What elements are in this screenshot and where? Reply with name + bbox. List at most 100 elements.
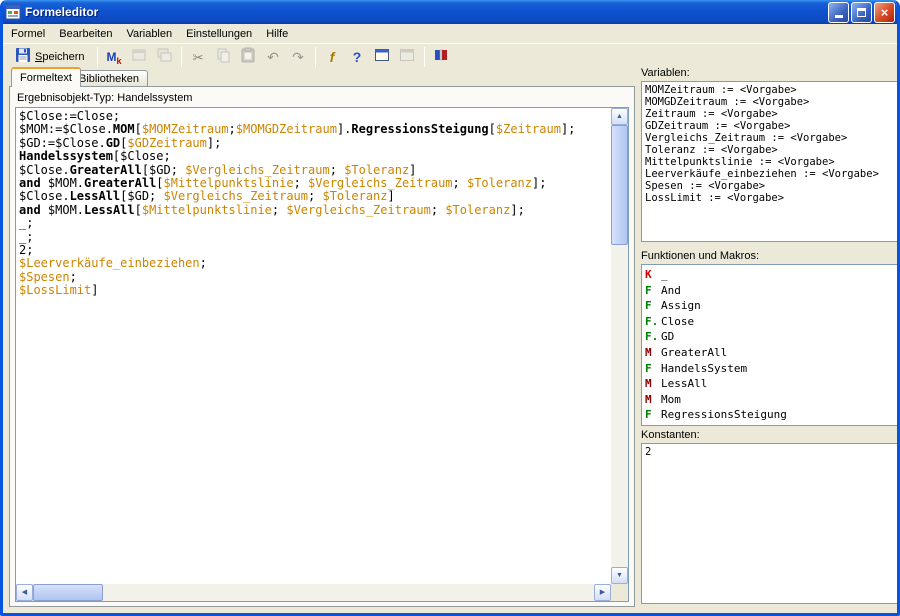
function-type-icon: F. (645, 329, 661, 345)
function-type-icon: K (645, 267, 661, 283)
scroll-left-icon: ◀ (22, 589, 27, 596)
menu-item-formel[interactable]: Formel (4, 26, 52, 42)
vertical-scrollbar[interactable]: ▲ ▼ (611, 108, 628, 584)
formula-editor[interactable]: $Close:=Close;$MOM:=$Close.MOM[$MOMZeitr… (15, 107, 629, 602)
function-item[interactable]: F.GD (645, 329, 895, 345)
code-line: $Spesen; (19, 271, 608, 284)
books-icon (433, 47, 449, 68)
function-item[interactable]: FAnd (645, 283, 895, 299)
menu-item-bearbeiten[interactable]: Bearbeiten (52, 26, 119, 42)
code-line: 2; (19, 244, 608, 257)
menu-item-einstellungen[interactable]: Einstellungen (179, 26, 259, 42)
tab-bibliotheken[interactable]: Bibliotheken (70, 70, 148, 87)
cut-button[interactable]: ✂ (187, 46, 210, 69)
code-line: _; (19, 217, 608, 230)
variable-item[interactable]: Vergleichs_Zeitraum := <Vorgabe> (645, 132, 895, 144)
redo-button[interactable]: ↷ (287, 46, 310, 69)
makro-button[interactable]: Mk (103, 46, 126, 69)
constants-list[interactable]: 2 (641, 443, 899, 604)
doc-new-icon (131, 47, 147, 68)
variable-item[interactable]: Mittelpunktslinie := <Vorgabe> (645, 156, 895, 168)
tab-formeltext[interactable]: Formeltext (11, 67, 81, 87)
undo-button[interactable]: ↶ (262, 46, 285, 69)
horizontal-scrollbar[interactable]: ◀ ▶ (16, 584, 611, 601)
function-type-icon: F (645, 407, 661, 423)
save-button-label: Speichern (35, 51, 85, 63)
functions-list[interactable]: K_FAndFAssignF.CloseF.GDMGreaterAllFHand… (641, 264, 899, 426)
help-button[interactable]: ? (346, 46, 369, 69)
form-window-button[interactable] (371, 46, 394, 69)
library-button[interactable] (430, 46, 453, 69)
function-type-icon: F (645, 298, 661, 314)
doc-stack-button[interactable] (153, 46, 176, 69)
functions-label: Funktionen und Makros: (641, 250, 759, 262)
function-item[interactable]: FRegressionsSteigung (645, 407, 895, 423)
close-button[interactable]: × (874, 2, 895, 23)
variable-item[interactable]: Zeitraum := <Vorgabe> (645, 108, 895, 120)
function-type-icon: F. (645, 314, 661, 330)
function-type-icon: M (645, 345, 661, 361)
variable-item[interactable]: MOMGDZeitraum := <Vorgabe> (645, 96, 895, 108)
variables-label: Variablen: (641, 67, 690, 79)
code-line: $MOM:=$Close.MOM[$MOMZeitraum;$MOMGDZeit… (19, 123, 608, 136)
function-item[interactable]: MMom (645, 392, 895, 408)
scroll-down-button[interactable]: ▼ (611, 567, 628, 584)
function-name: GD (661, 330, 674, 343)
preview-window-button[interactable] (396, 46, 419, 69)
code-line: _; (19, 231, 608, 244)
scroll-right-icon: ▶ (600, 589, 605, 596)
menu-bar: FormelBearbeitenVariablenEinstellungenHi… (3, 24, 897, 43)
variable-item[interactable]: MOMZeitraum := <Vorgabe> (645, 84, 895, 96)
scroll-up-button[interactable]: ▲ (611, 108, 628, 125)
doc-stack-icon (156, 47, 172, 68)
constant-item[interactable]: 2 (645, 446, 895, 458)
function-item[interactable]: FHandelsSystem (645, 361, 895, 377)
doc-new-button[interactable] (128, 46, 151, 69)
toolbar-separator (181, 47, 182, 67)
variable-item[interactable]: Leerverkäufe_einbeziehen := <Vorgabe> (645, 168, 895, 180)
function-item[interactable]: F.Close (645, 314, 895, 330)
function-name: Assign (661, 299, 701, 312)
horizontal-scroll-thumb[interactable] (33, 584, 103, 601)
scroll-right-button[interactable]: ▶ (594, 584, 611, 601)
variables-list[interactable]: MOMZeitraum := <Vorgabe>MOMGDZeitraum :=… (641, 81, 899, 242)
copy-button[interactable] (212, 46, 235, 69)
function-item[interactable]: K_ (645, 267, 895, 283)
variable-item[interactable]: GDZeitraum := <Vorgabe> (645, 120, 895, 132)
save-button[interactable]: Speichern (8, 46, 92, 69)
function-item[interactable]: MLessAll (645, 376, 895, 392)
code-line: $LossLimit] (19, 284, 608, 297)
scroll-left-button[interactable]: ◀ (16, 584, 33, 601)
toolbar-separator (315, 47, 316, 67)
menu-item-hilfe[interactable]: Hilfe (259, 26, 295, 42)
function-name: LessAll (661, 377, 707, 390)
code-line: $GD:=$Close.GD[$GDZeitraum]; (19, 137, 608, 150)
vertical-scroll-thumb[interactable] (611, 125, 628, 245)
paste-button[interactable] (237, 46, 260, 69)
preview-window-icon (399, 47, 415, 68)
function-name: _ (661, 268, 668, 281)
function-type-icon: F (645, 283, 661, 299)
maximize-icon (857, 8, 866, 17)
variable-item[interactable]: Spesen := <Vorgabe> (645, 180, 895, 192)
window-title: Formeleditor (25, 5, 824, 19)
title-bar[interactable]: Formeleditor × (0, 0, 900, 24)
help-icon: ? (353, 49, 362, 65)
maximize-button[interactable] (851, 2, 872, 23)
toolbar-separator (424, 47, 425, 67)
function-type-icon: F (645, 361, 661, 377)
constants-label: Konstanten: (641, 429, 700, 441)
function-wizard-button[interactable]: f (321, 46, 344, 69)
function-item[interactable]: MGreaterAll (645, 345, 895, 361)
minimize-button[interactable] (828, 2, 849, 23)
minimize-icon (835, 15, 843, 18)
copy-icon (215, 47, 231, 68)
variable-item[interactable]: LossLimit := <Vorgabe> (645, 192, 895, 204)
code-area[interactable]: $Close:=Close;$MOM:=$Close.MOM[$MOMZeitr… (16, 108, 611, 584)
menu-item-variablen[interactable]: Variablen (119, 26, 179, 42)
variable-item[interactable]: Toleranz := <Vorgabe> (645, 144, 895, 156)
scroll-down-icon: ▼ (616, 572, 623, 579)
function-item[interactable]: FAssign (645, 298, 895, 314)
toolbar-separator (97, 47, 98, 67)
function-name: And (661, 284, 681, 297)
